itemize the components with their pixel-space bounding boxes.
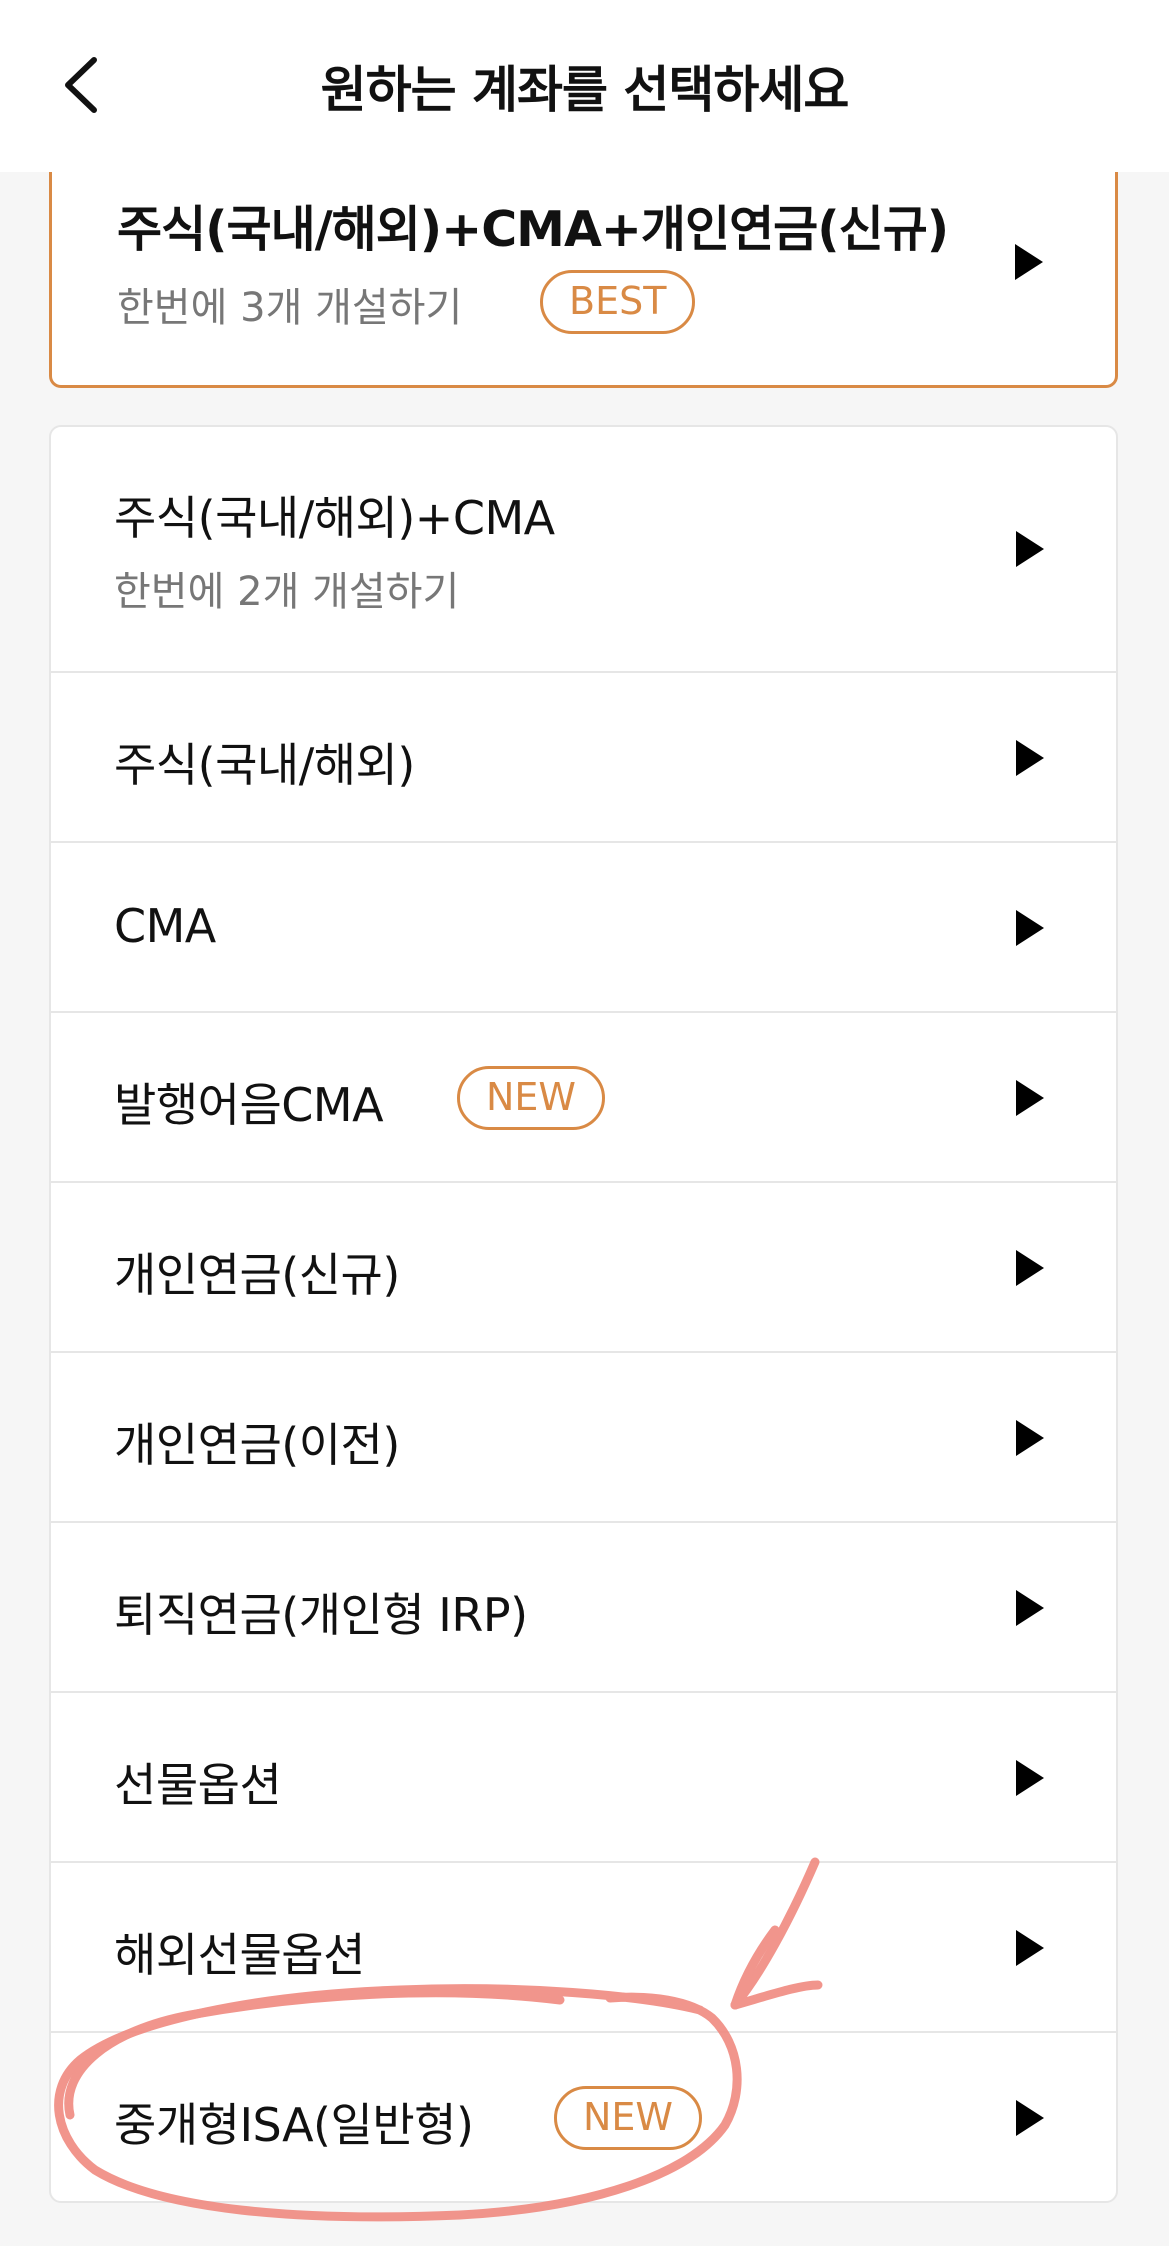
option-label: 주식(국내/해외)+CMA: [114, 491, 555, 545]
option-label: 퇴직연금(개인형 IRP): [114, 1588, 528, 1642]
play-triangle-icon: [1016, 2100, 1044, 2136]
play-triangle-icon: [1016, 1250, 1044, 1286]
option-label: CMA: [114, 899, 216, 953]
play-triangle-icon: [1016, 1930, 1044, 1966]
play-triangle-icon: [1016, 910, 1044, 946]
option-subtitle: 한번에 2개 개설하기: [114, 569, 460, 615]
account-option-futures-options[interactable]: 선물옵션: [51, 1691, 1116, 1861]
featured-subtitle: 한번에 3개 개설하기: [117, 285, 463, 331]
chevron-left-icon: [65, 57, 97, 113]
play-triangle-icon: [1016, 531, 1044, 567]
top-bar: 원하는 계좌를 선택하세요: [0, 0, 1169, 172]
option-label: 개인연금(이전): [114, 1418, 400, 1472]
play-triangle-icon: [1016, 1080, 1044, 1116]
play-triangle-icon: [1016, 1760, 1044, 1796]
best-badge: BEST: [540, 270, 696, 334]
option-label: 중개형ISA(일반형): [114, 2098, 474, 2152]
page-title: 원하는 계좌를 선택하세요: [320, 61, 850, 119]
play-triangle-icon: [1016, 1420, 1044, 1456]
new-badge: NEW: [457, 1066, 606, 1130]
play-triangle-icon: [1016, 1590, 1044, 1626]
back-button[interactable]: [50, 50, 110, 120]
account-list: 주식(국내/해외)+CMA 한번에 2개 개설하기 주식(국내/해외) CMA …: [49, 425, 1118, 2203]
option-label: 해외선물옵션: [114, 1928, 365, 1982]
account-option-irp[interactable]: 퇴직연금(개인형 IRP): [51, 1521, 1116, 1691]
play-triangle-icon: [1016, 740, 1044, 776]
account-option-cma[interactable]: CMA: [51, 841, 1116, 1011]
account-option-isa[interactable]: 중개형ISA(일반형) NEW: [51, 2031, 1116, 2201]
featured-account-option[interactable]: 주식(국내/해외)+CMA+개인연금(신규) 한번에 3개 개설하기 BEST: [49, 150, 1118, 388]
account-option-issued-note-cma[interactable]: 발행어음CMA NEW: [51, 1011, 1116, 1181]
featured-title: 주식(국내/해외)+CMA+개인연금(신규): [117, 201, 949, 258]
play-triangle-icon: [1015, 244, 1043, 280]
account-option-stock-cma[interactable]: 주식(국내/해외)+CMA 한번에 2개 개설하기: [51, 427, 1116, 671]
account-option-pension-transfer[interactable]: 개인연금(이전): [51, 1351, 1116, 1521]
new-badge: NEW: [554, 2086, 703, 2150]
option-label: 주식(국내/해외): [114, 738, 415, 792]
option-label: 발행어음CMA: [114, 1078, 384, 1132]
account-option-overseas-futures-options[interactable]: 해외선물옵션: [51, 1861, 1116, 2031]
account-option-pension-new[interactable]: 개인연금(신규): [51, 1181, 1116, 1351]
option-label: 선물옵션: [114, 1758, 282, 1812]
account-option-stock[interactable]: 주식(국내/해외): [51, 671, 1116, 841]
option-label: 개인연금(신규): [114, 1248, 400, 1302]
